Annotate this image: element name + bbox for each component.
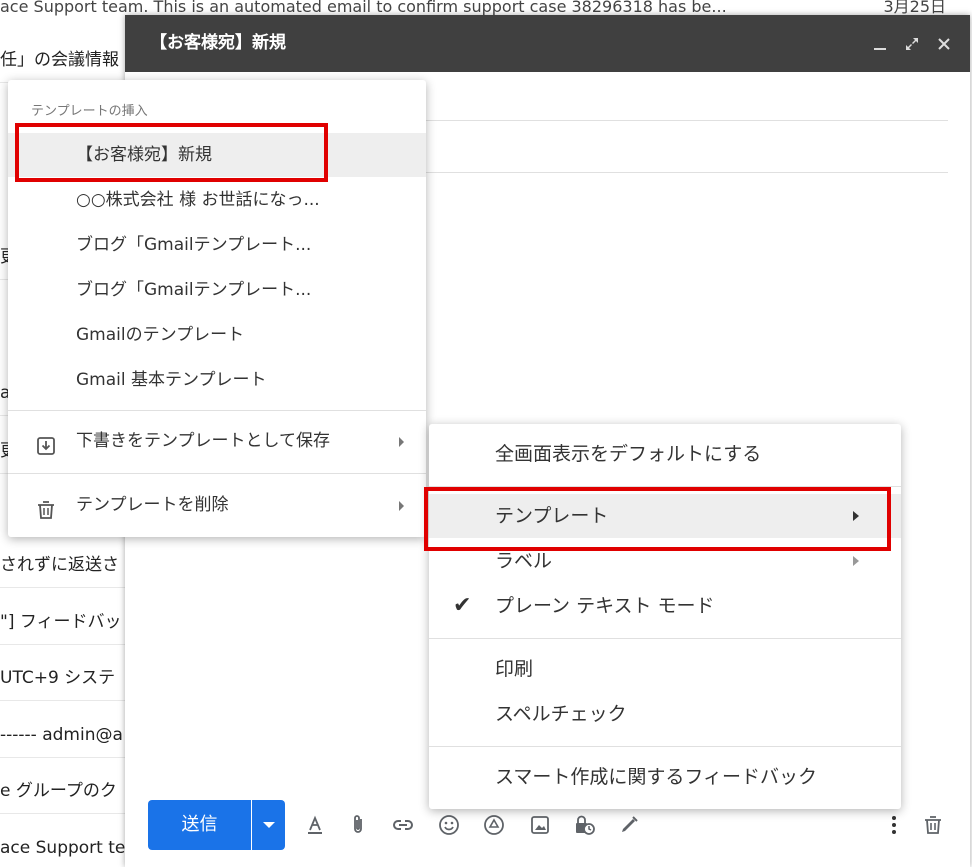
chevron-right-icon: [399, 437, 404, 447]
menu-divider: [8, 410, 426, 411]
template-item-label: ○○株式会社 様 お世話になっ...: [76, 190, 320, 210]
inbox-row[interactable]: UTC+9 システ: [0, 655, 130, 701]
compose-title: 【お客様宛】新規: [150, 33, 286, 53]
delete-template-label: テンプレートを削除: [76, 495, 229, 515]
smart-compose-feedback-item[interactable]: スマート作成に関するフィードバック: [429, 755, 901, 799]
label-menu-label: ラベル: [495, 550, 553, 572]
plain-text-mode-item[interactable]: ✔ プレーン テキスト モード: [429, 584, 901, 628]
inbox-row-text: ------ admin@a: [0, 725, 123, 745]
menu-divider: [429, 638, 901, 639]
template-item[interactable]: ブログ「Gmailテンプレート...: [8, 223, 426, 267]
template-item[interactable]: Gmail 基本テンプレート: [8, 358, 426, 402]
highlight-box-template-menu: [424, 487, 891, 551]
template-item[interactable]: ブログ「Gmailテンプレート...: [8, 268, 426, 312]
save-template-icon: [35, 430, 57, 455]
text-format-icon[interactable]: [303, 813, 327, 837]
fullscreen-default-item[interactable]: 全画面表示をデフォルトにする: [429, 432, 901, 476]
spellcheck-item[interactable]: スペルチェック: [429, 692, 901, 736]
expand-icon[interactable]: [904, 36, 920, 52]
more-options-menu: 全画面表示をデフォルトにする テンプレート ラベル ✔ プレーン テキスト モー…: [429, 424, 901, 809]
trash-icon: [35, 494, 57, 519]
highlight-box-template-item: [15, 123, 328, 182]
smart-compose-feedback-label: スマート作成に関するフィードバック: [495, 766, 818, 788]
chevron-right-icon: [853, 556, 859, 566]
send-button[interactable]: 送信: [148, 800, 251, 850]
attach-icon[interactable]: [346, 813, 370, 837]
template-item-label: ブログ「Gmailテンプレート...: [76, 280, 312, 300]
template-item-label: ブログ「Gmailテンプレート...: [76, 235, 312, 255]
inbox-row-text: 任」の会議情報: [0, 50, 119, 70]
template-item-label: Gmail 基本テンプレート: [76, 370, 267, 390]
menu-divider: [429, 746, 901, 747]
inbox-row-text: されずに返送さ: [0, 555, 119, 575]
print-label: 印刷: [495, 658, 534, 680]
photo-icon[interactable]: [528, 813, 552, 837]
check-icon: ✔: [453, 593, 472, 618]
drive-icon[interactable]: [482, 813, 506, 837]
compose-header[interactable]: 【お客様宛】新規: [125, 15, 970, 72]
inbox-row-text: UTC+9 システ: [0, 668, 116, 688]
inbox-row[interactable]: "] フィードバッ: [0, 599, 130, 645]
close-icon[interactable]: [936, 36, 952, 52]
template-menu-title: テンプレートの挿入: [31, 104, 148, 119]
discard-draft-icon[interactable]: [921, 813, 945, 837]
inbox-row[interactable]: 任」の会議情報: [0, 37, 130, 83]
send-options-button[interactable]: [252, 800, 285, 850]
inbox-row-text: "] フィードバッ: [0, 612, 122, 632]
compose-window-controls: [872, 15, 952, 72]
inbox-row[interactable]: されずに返送さ: [0, 542, 130, 588]
confidential-mode-icon[interactable]: [572, 813, 596, 837]
delete-template-item[interactable]: テンプレートを削除: [8, 483, 426, 527]
inbox-row[interactable]: ace Support te: [0, 825, 130, 867]
minimize-icon[interactable]: [872, 36, 888, 52]
plain-text-mode-label: プレーン テキスト モード: [495, 595, 715, 617]
emoji-icon[interactable]: [437, 813, 461, 837]
save-draft-as-template-label: 下書きをテンプレートとして保存: [76, 431, 330, 451]
print-item[interactable]: 印刷: [429, 647, 901, 691]
template-item-label: Gmailのテンプレート: [76, 325, 245, 345]
fullscreen-default-label: 全画面表示をデフォルトにする: [495, 443, 762, 465]
save-draft-as-template-item[interactable]: 下書きをテンプレートとして保存: [8, 419, 426, 463]
template-item[interactable]: Gmailのテンプレート: [8, 313, 426, 357]
template-item[interactable]: ○○株式会社 様 お世話になっ...: [8, 178, 426, 222]
inbox-top-row-text: ace Support team. This is an automated e…: [0, 0, 727, 16]
chevron-right-icon: [399, 501, 404, 511]
menu-divider: [8, 473, 426, 474]
more-options-icon[interactable]: [882, 813, 906, 837]
inbox-row-text: e グループのク: [0, 781, 117, 801]
inbox-top-row-date: 3月25日: [883, 0, 946, 16]
inbox-row[interactable]: e グループのク: [0, 768, 130, 814]
link-icon[interactable]: [391, 813, 415, 837]
inbox-row[interactable]: ------ admin@a: [0, 712, 130, 758]
signature-icon[interactable]: [617, 813, 641, 837]
spellcheck-label: スペルチェック: [495, 703, 627, 725]
inbox-row-text: ace Support te: [0, 838, 126, 858]
